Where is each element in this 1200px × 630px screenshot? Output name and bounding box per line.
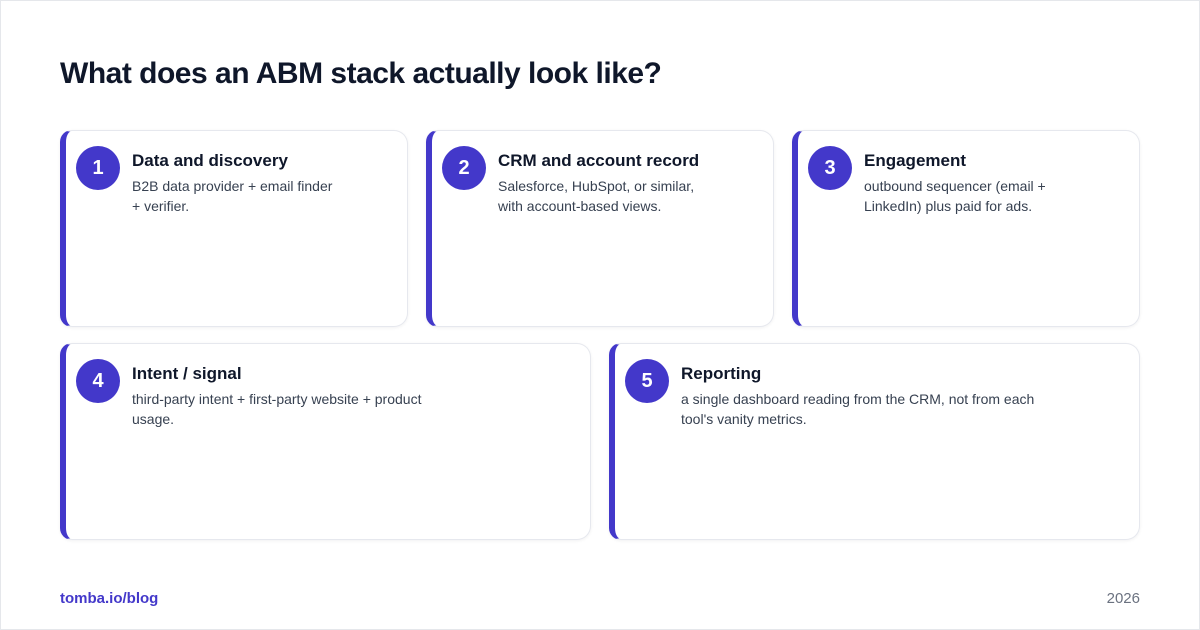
step-number-badge: 1 — [76, 146, 120, 190]
description-line: third-party intent + first-party website… — [132, 391, 422, 407]
description-line: with account-based views. — [498, 198, 662, 214]
step-number-badge: 2 — [442, 146, 486, 190]
description-line: Salesforce, HubSpot, or similar, — [498, 178, 695, 194]
step-card-2: 2 CRM and account record Salesforce, Hub… — [426, 130, 774, 327]
description-line: outbound sequencer (email + — [864, 178, 1046, 194]
step-title: Intent / signal — [132, 364, 242, 383]
step-number-badge: 5 — [625, 359, 669, 403]
description-line: + verifier. — [132, 198, 190, 214]
step-card-3: 3 Engagement outbound sequencer (email +… — [792, 130, 1140, 327]
description-line: tool's vanity metrics. — [681, 411, 807, 427]
step-title: Reporting — [681, 364, 762, 383]
description-line: B2B data provider + email finder — [132, 178, 333, 194]
step-description: a single dashboard reading from the CRM,… — [681, 389, 1034, 429]
step-card-4: 4 Intent / signal third-party intent + f… — [60, 343, 591, 540]
step-description: outbound sequencer (email + LinkedIn) pl… — [864, 176, 1046, 216]
step-number-badge: 4 — [76, 359, 120, 403]
description-line: usage. — [132, 411, 175, 427]
blog-link[interactable]: tomba.io/blog — [60, 590, 158, 608]
step-description: Salesforce, HubSpot, or similar, with ac… — [498, 176, 694, 216]
step-card-5: 5 Reporting a single dashboard reading f… — [609, 343, 1140, 540]
step-card-1: 1 Data and discovery B2B data provider +… — [60, 130, 408, 327]
page-title: What does an ABM stack actually look lik… — [60, 57, 662, 90]
step-title: Engagement — [864, 151, 967, 170]
step-description: B2B data provider + email finder + verif… — [132, 176, 332, 216]
step-title: Data and discovery — [132, 151, 288, 170]
description-line: LinkedIn) plus paid for ads. — [864, 198, 1033, 214]
footer-year: 2026 — [1106, 590, 1140, 607]
description-line: a single dashboard reading from the CRM,… — [681, 391, 1035, 407]
step-number-badge: 3 — [808, 146, 852, 190]
step-title: CRM and account record — [498, 151, 700, 170]
step-description: third-party intent + first-party website… — [132, 389, 421, 429]
